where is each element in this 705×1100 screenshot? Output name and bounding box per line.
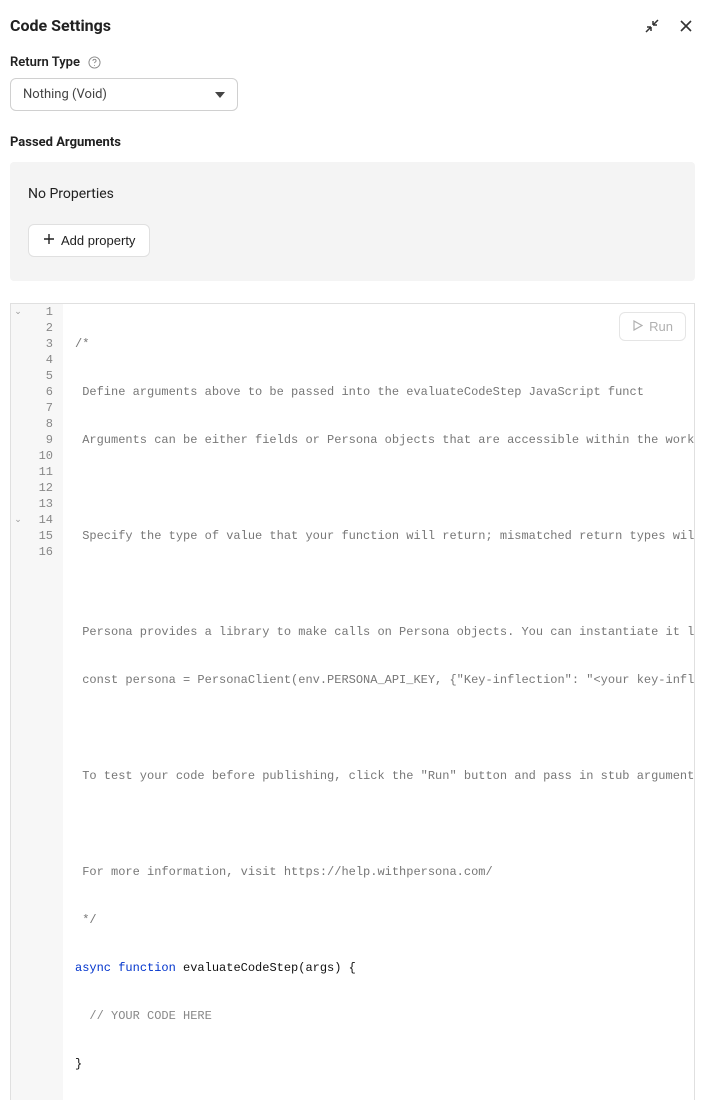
code-content[interactable]: /* Define arguments above to be passed i… (63, 304, 694, 1100)
plus-icon (43, 233, 55, 248)
passed-arguments-box: No Properties Add property (10, 162, 695, 281)
run-button[interactable]: Run (619, 312, 686, 341)
no-properties-text: No Properties (28, 186, 677, 202)
return-type-select[interactable]: Nothing (Void) (10, 78, 238, 111)
code-editor[interactable]: Run ⌄⌄ 12345678910111213141516 /* Define… (10, 303, 695, 1100)
add-property-button[interactable]: Add property (28, 224, 150, 257)
fold-gutter[interactable]: ⌄⌄ (11, 304, 25, 1100)
chevron-down-icon (215, 87, 225, 102)
return-type-label-text: Return Type (10, 55, 80, 70)
return-type-value: Nothing (Void) (23, 87, 107, 102)
collapse-icon[interactable] (643, 17, 661, 35)
close-icon[interactable] (677, 17, 695, 35)
panel-title: Code Settings (10, 16, 111, 35)
passed-arguments-label: Passed Arguments (10, 135, 695, 150)
add-property-label: Add property (61, 233, 135, 248)
return-type-label: Return Type (10, 55, 695, 70)
line-numbers: 12345678910111213141516 (25, 304, 63, 1100)
help-icon[interactable] (88, 56, 102, 70)
run-button-label: Run (649, 319, 673, 334)
play-icon (632, 319, 643, 334)
